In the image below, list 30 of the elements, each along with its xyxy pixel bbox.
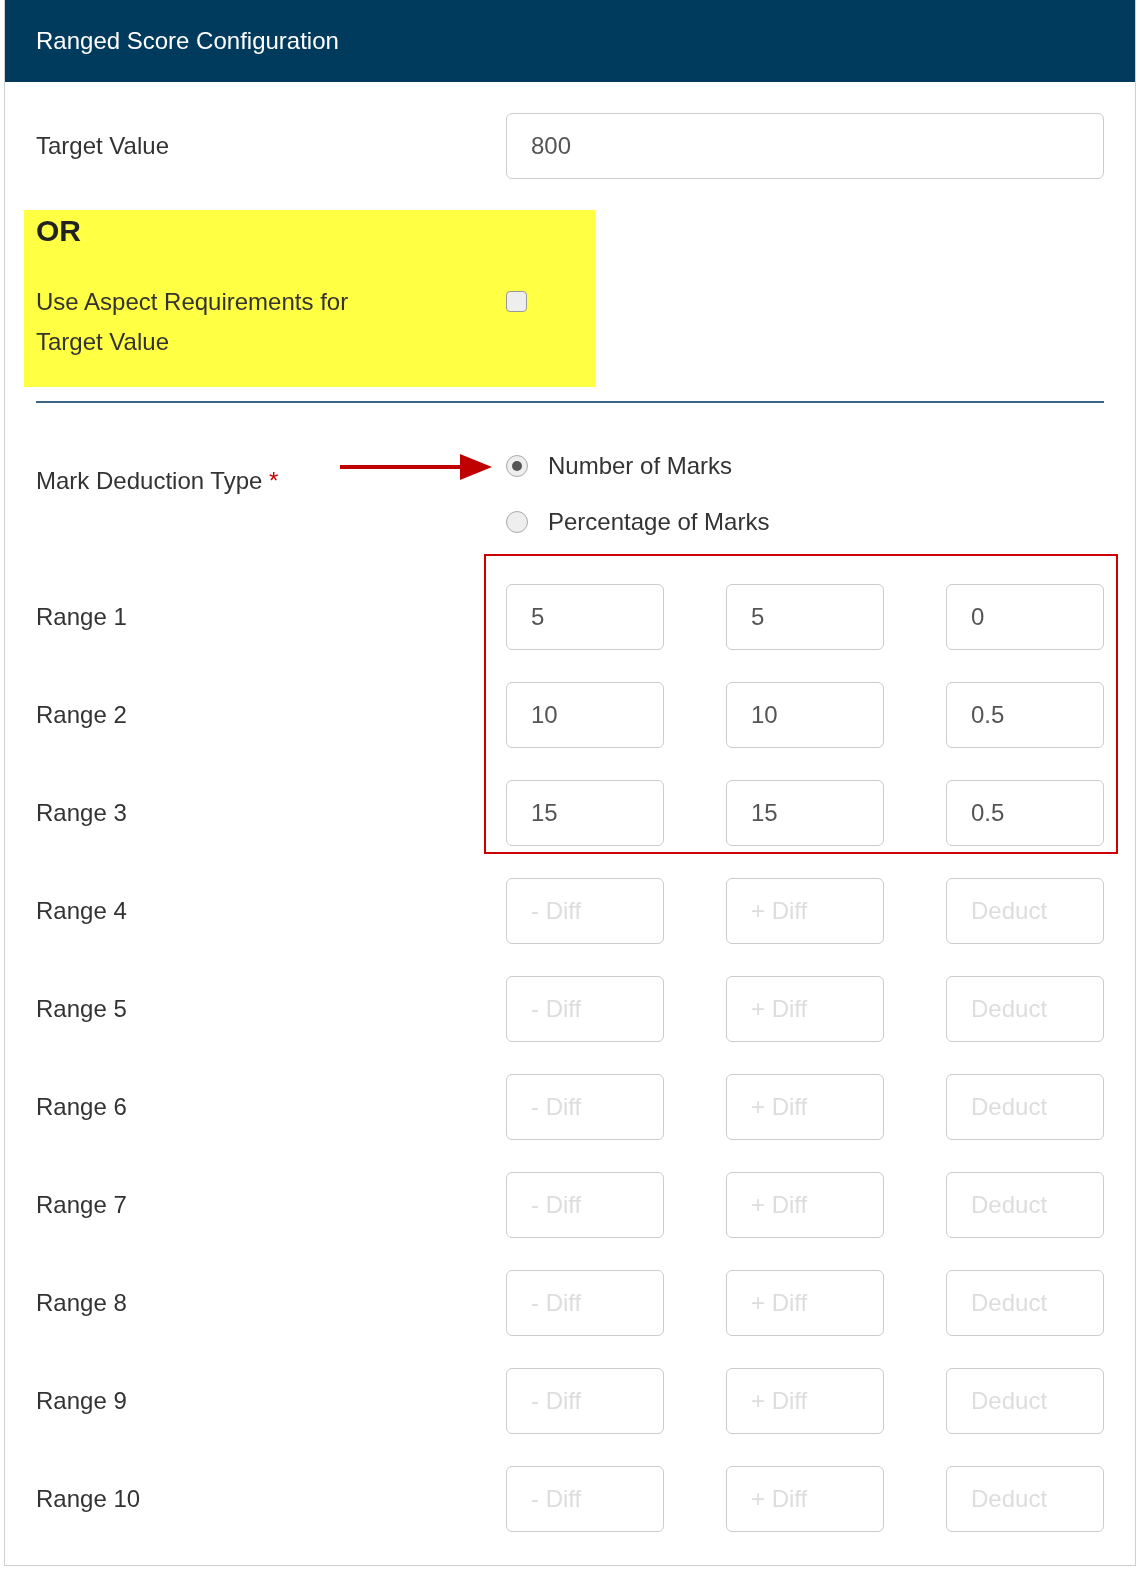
- radio-label: Number of Marks: [548, 452, 733, 480]
- range-field[interactable]: 5: [726, 584, 884, 650]
- range-label: Range 6: [36, 1093, 128, 1121]
- range-field[interactable]: 0: [946, 584, 1104, 650]
- field-label: Target Value: [36, 132, 170, 160]
- radio-button[interactable]: [506, 511, 528, 533]
- range-label: Range 1: [36, 603, 128, 631]
- range-field[interactable]: 0.5: [946, 682, 1104, 748]
- range-field[interactable]: 0.5: [946, 780, 1104, 846]
- range-label: Range 3: [36, 799, 128, 827]
- range-label: Range 8: [36, 1289, 128, 1317]
- range-field[interactable]: 10: [726, 682, 884, 748]
- range-label: Range 10: [36, 1485, 142, 1513]
- radio-label: Percentage of Marks: [548, 508, 770, 536]
- range-label: Range 4: [36, 897, 128, 925]
- or-heading: OR: [36, 214, 82, 248]
- range-field[interactable]: 15: [506, 780, 664, 846]
- panel-title: Ranged Score Configuration: [36, 27, 339, 55]
- checkbox-label: Use Aspect Requirements for Target Value: [36, 287, 350, 357]
- range-label: Range 2: [36, 701, 128, 729]
- target-value-field[interactable]: 800: [506, 113, 1104, 179]
- checkbox[interactable]: [506, 291, 527, 312]
- range-label: Range 7: [36, 1191, 128, 1219]
- field-label: Mark Deduction Type *: [36, 467, 280, 496]
- range-field[interactable]: 5: [506, 584, 664, 650]
- range-label: Range 5: [36, 995, 128, 1023]
- radio-button[interactable]: [506, 455, 528, 477]
- range-field[interactable]: 10: [506, 682, 664, 748]
- range-label: Range 9: [36, 1387, 128, 1415]
- range-field[interactable]: 15: [726, 780, 884, 846]
